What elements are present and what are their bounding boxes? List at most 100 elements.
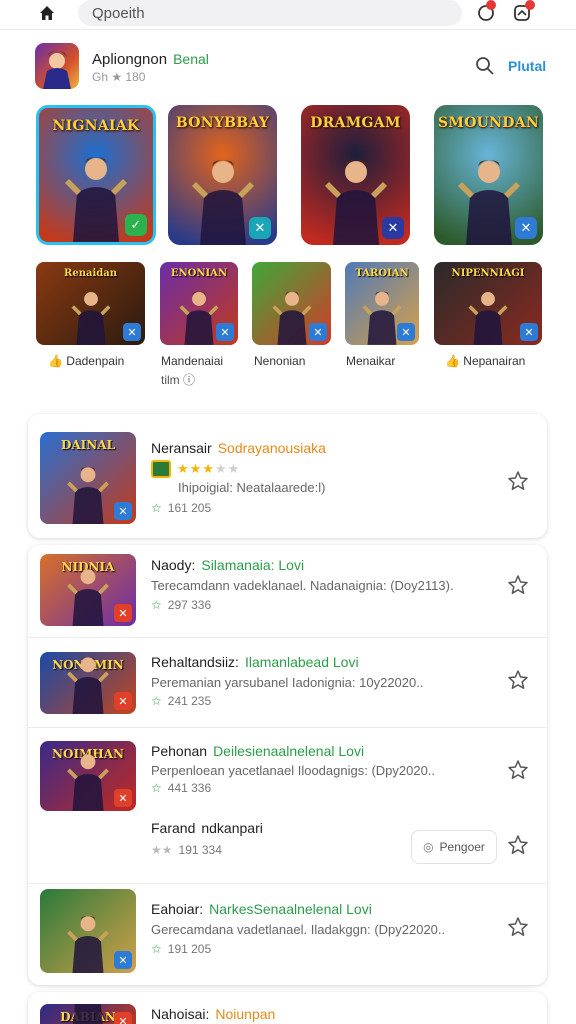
list-item-title[interactable]: Pehonan Deilesienaalnelenal Lovi	[151, 743, 364, 759]
list-item-name: Neransair	[151, 440, 212, 456]
play-badge-icon: ✕	[123, 323, 141, 341]
small-game-tile[interactable]: Renaidan ✕	[36, 262, 145, 345]
game-thumbnail[interactable]: NIDNIA ✕	[40, 554, 136, 626]
list-item-name: Farand	[151, 820, 196, 836]
download-value: 297 336	[167, 598, 212, 612]
location-button[interactable]: ◎ Pengoer	[411, 830, 497, 864]
location-pin-icon: ◎	[423, 840, 434, 854]
search-bar[interactable]: Qpoeith	[78, 0, 462, 26]
location-button-label: Pengoer	[439, 840, 485, 854]
tile-title: Renaidan	[64, 268, 117, 279]
download-count: ☆ 241 235	[151, 694, 211, 708]
hero-figure-icon	[73, 1004, 103, 1024]
tile-title: NIGNAIAK	[52, 118, 140, 134]
favorite-star-icon[interactable]	[507, 916, 529, 938]
small-game-tile[interactable]: ✕	[252, 262, 331, 345]
list-item-name: Eahoiar:	[151, 901, 204, 917]
play-badge-icon: ✕	[520, 323, 538, 341]
play-badge-icon: ✕	[114, 502, 132, 520]
list-item-title[interactable]: Eahoiar: NarkesSenaalnelenal Lovi	[151, 901, 372, 917]
hero-figure-icon	[67, 753, 109, 811]
notification-badge	[486, 0, 496, 10]
list-item-name: Naody:	[151, 557, 196, 573]
game-thumbnail[interactable]: DABIAN✕	[40, 1004, 136, 1024]
hero-figure-icon	[67, 466, 109, 524]
hero-icon	[43, 51, 71, 89]
hero-figure-icon	[67, 915, 109, 973]
favorite-star-icon[interactable]	[507, 574, 529, 596]
search-input[interactable]: Qpoeith	[92, 5, 145, 22]
tile-label: 👍 Nepanairan	[445, 354, 526, 368]
list-item-title[interactable]: Nahoisai: Noiunpan	[151, 1006, 275, 1022]
download-count: ☆ 191 205	[151, 942, 211, 956]
home-icon[interactable]	[37, 3, 57, 23]
list-item-title[interactable]: Neransair Sodrayanousiaka	[151, 440, 326, 456]
featured-game-tile[interactable]: BONYBBAY ✕	[168, 105, 277, 245]
hero-figure-icon	[71, 291, 110, 345]
tile-title: BONYBBAY	[175, 115, 270, 131]
profile-button[interactable]	[512, 0, 535, 23]
download-count: ☆ 297 336	[151, 598, 211, 612]
trend-icon: ☆	[151, 694, 162, 708]
hero-figure-icon	[272, 291, 311, 345]
game-thumbnail[interactable]: ✕	[40, 889, 136, 973]
tile-title: SMOUNDAN	[437, 115, 539, 131]
list-item-title[interactable]: Farand ndkanpari	[151, 820, 263, 836]
play-badge-icon: ✓	[125, 214, 147, 236]
hero-figure-icon	[324, 160, 387, 245]
list-item-title[interactable]: Naody: Silamanaia: Lovi	[151, 557, 304, 573]
game-mini-icon	[151, 460, 171, 478]
favorite-star-icon[interactable]	[507, 669, 529, 691]
trend-icon: ☆	[151, 598, 162, 612]
game-thumbnail[interactable]: NONAMIN✕	[40, 652, 136, 714]
tile-label: Mandenaiai	[161, 354, 224, 368]
hero-figure-icon	[191, 160, 254, 245]
download-value: 441 336	[167, 781, 212, 795]
tile-sublabel: tilm ⓘ	[161, 373, 195, 387]
trend-icon: ☆	[151, 501, 162, 515]
notification-button[interactable]	[476, 0, 498, 23]
hero-figure-icon	[65, 157, 127, 242]
trend-icon: ☆	[151, 942, 162, 956]
download-value: 191 334	[178, 843, 222, 857]
tile-title: ENONIAN	[170, 268, 228, 279]
app-title-text: Apliongnon	[92, 51, 168, 68]
app-icon[interactable]	[35, 43, 79, 89]
featured-game-tile[interactable]: DRAMGAM ✕	[301, 105, 410, 245]
favorite-star-icon[interactable]	[507, 834, 529, 856]
list-item-tag: Deilesienaalnelenal Lovi	[213, 743, 365, 759]
tile-title: NIPENNIAGI	[451, 268, 525, 279]
play-badge-icon: ✕	[249, 217, 271, 239]
top-bar: Qpoeith	[0, 0, 576, 30]
hero-figure-icon	[67, 656, 109, 714]
list-item-description: Ihipoigial: Neatalaarede:l)	[178, 480, 326, 495]
tile-title: TAROIAN	[355, 268, 409, 279]
play-badge-icon: ✕	[309, 323, 327, 341]
play-badge-icon: ✕	[515, 217, 537, 239]
list-item-tag: Ilamanlabead Lovi	[244, 654, 359, 670]
small-game-tile[interactable]: ENONIAN ✕	[160, 262, 238, 345]
featured-game-tile[interactable]: SMOUNDAN ✕	[434, 105, 543, 245]
list-item-description: Gerecamdana vadetlanael. Iladakggn: (Dpy…	[151, 922, 446, 937]
small-game-tile[interactable]: NIPENNIAGI ✕	[434, 262, 542, 345]
download-value: 191 205	[167, 942, 212, 956]
featured-game-tile[interactable]: NIGNAIAK ✓	[36, 105, 156, 245]
list-item-title[interactable]: Rehaltandsiiz: Ilamanlabead Lovi	[151, 654, 359, 670]
game-thumbnail[interactable]: DAINAL ✕	[40, 432, 136, 524]
header-link[interactable]: Plutal	[508, 58, 546, 74]
star-icon: ★★★★★	[177, 461, 241, 476]
divider	[28, 883, 547, 884]
play-badge-icon: ✕	[114, 604, 132, 622]
search-icon[interactable]	[475, 56, 495, 76]
divider	[28, 637, 547, 638]
play-badge-icon: ✕	[114, 692, 132, 710]
small-game-tile[interactable]: TAROIAN ✕	[345, 262, 419, 345]
list-item-name: Rehaltandsiiz:	[151, 654, 239, 670]
favorite-star-icon[interactable]	[507, 759, 529, 781]
list-item-tag: NarkesSenaalnelenal Lovi	[209, 901, 372, 917]
game-thumbnail[interactable]: NOIMHAN ✕	[40, 741, 136, 811]
list-item-tag: Noiunpan	[215, 1006, 276, 1022]
favorite-star-icon[interactable]	[507, 470, 529, 492]
list-item-name: Pehonan	[151, 743, 208, 759]
play-badge-icon: ✕	[397, 323, 415, 341]
